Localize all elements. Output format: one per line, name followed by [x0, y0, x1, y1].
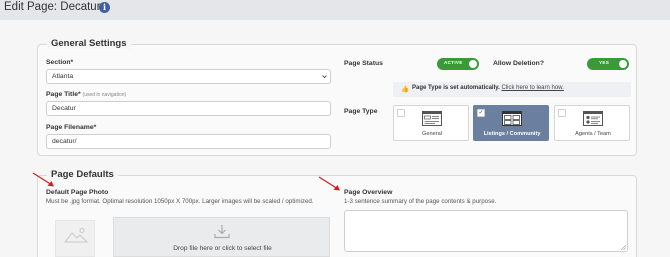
page-header: Edit Page: Decatur i	[0, 0, 670, 20]
general-settings-legend: General Settings	[47, 38, 131, 49]
notice-bold-text: Page Type is set automatically.	[412, 85, 500, 91]
page-status-toggle[interactable]: ACTIVE	[437, 58, 479, 70]
option-label: General	[422, 131, 442, 137]
page-defaults-legend: Page Defaults	[47, 169, 118, 180]
option-label: Listings / Community	[483, 131, 541, 137]
page-type-option-agents[interactable]: Agents / Team	[554, 105, 630, 141]
page-filename-label: Page Filename*	[46, 124, 97, 131]
option-label: Agents / Team	[575, 131, 611, 137]
allow-deletion-label: Allow Deletion?	[493, 60, 544, 67]
page-type-option-general[interactable]: General	[393, 105, 469, 141]
agents-page-icon	[583, 111, 603, 126]
image-placeholder-icon	[64, 228, 88, 243]
page-filename-input[interactable]: decatur/	[46, 134, 331, 149]
download-icon	[214, 225, 230, 239]
checkbox[interactable]	[397, 109, 405, 117]
toggle-knob	[619, 60, 627, 68]
section-select[interactable]: Atlanta	[46, 69, 331, 84]
dropzone-text: Drop file here or click to select file	[173, 245, 272, 252]
default-photo-help: Must be .jpg format. Optimal resolution …	[46, 198, 314, 205]
page-title-hint: (used in navigation)	[82, 92, 127, 98]
page-overview-textarea[interactable]	[344, 210, 628, 252]
section-select-value: Atlanta	[52, 73, 74, 80]
page-overview-label: Page Overview	[344, 189, 393, 196]
page-status-toggle-text: ACTIVE	[444, 60, 463, 65]
page-title-value: Decatur	[52, 105, 76, 112]
toggle-knob	[469, 60, 477, 68]
page-type-label: Page Type	[344, 108, 378, 115]
page-type-option-listings[interactable]: ✓ Listings / Community	[473, 105, 549, 141]
page-title: Edit Page: Decatur	[4, 1, 101, 13]
photo-placeholder	[55, 220, 95, 257]
page-title-input[interactable]: Decatur	[46, 101, 331, 116]
learn-how-link[interactable]: Click here to learn how.	[501, 85, 563, 91]
section-label: Section*	[46, 59, 74, 66]
red-arrow-icon	[318, 176, 340, 191]
checkbox[interactable]	[558, 109, 566, 117]
chevron-down-icon	[322, 75, 327, 79]
default-photo-label: Default Page Photo	[46, 189, 109, 196]
page-status-label: Page Status	[344, 60, 383, 67]
allow-deletion-toggle-text: YES	[599, 60, 610, 65]
file-dropzone[interactable]: Drop file here or click to select file	[113, 217, 330, 257]
red-arrow-icon	[32, 172, 54, 187]
listings-page-icon	[502, 111, 522, 126]
page-overview-help: 1-3 sentence summary of the page content…	[344, 198, 497, 205]
info-icon[interactable]: i	[99, 2, 110, 13]
allow-deletion-toggle[interactable]: YES	[587, 58, 629, 70]
page-type-notice: 👍 Page Type is set automatically. Click …	[393, 82, 631, 97]
general-page-icon	[422, 111, 442, 126]
resize-grip-icon[interactable]	[621, 245, 626, 250]
page-title-label: Page Title* (used in navigation)	[46, 91, 126, 98]
page-filename-value: decatur/	[52, 138, 77, 145]
thumbs-up-icon: 👍	[401, 86, 410, 93]
page-title-label-text: Page Title*	[46, 91, 81, 98]
checkbox-checked[interactable]: ✓	[477, 109, 485, 117]
